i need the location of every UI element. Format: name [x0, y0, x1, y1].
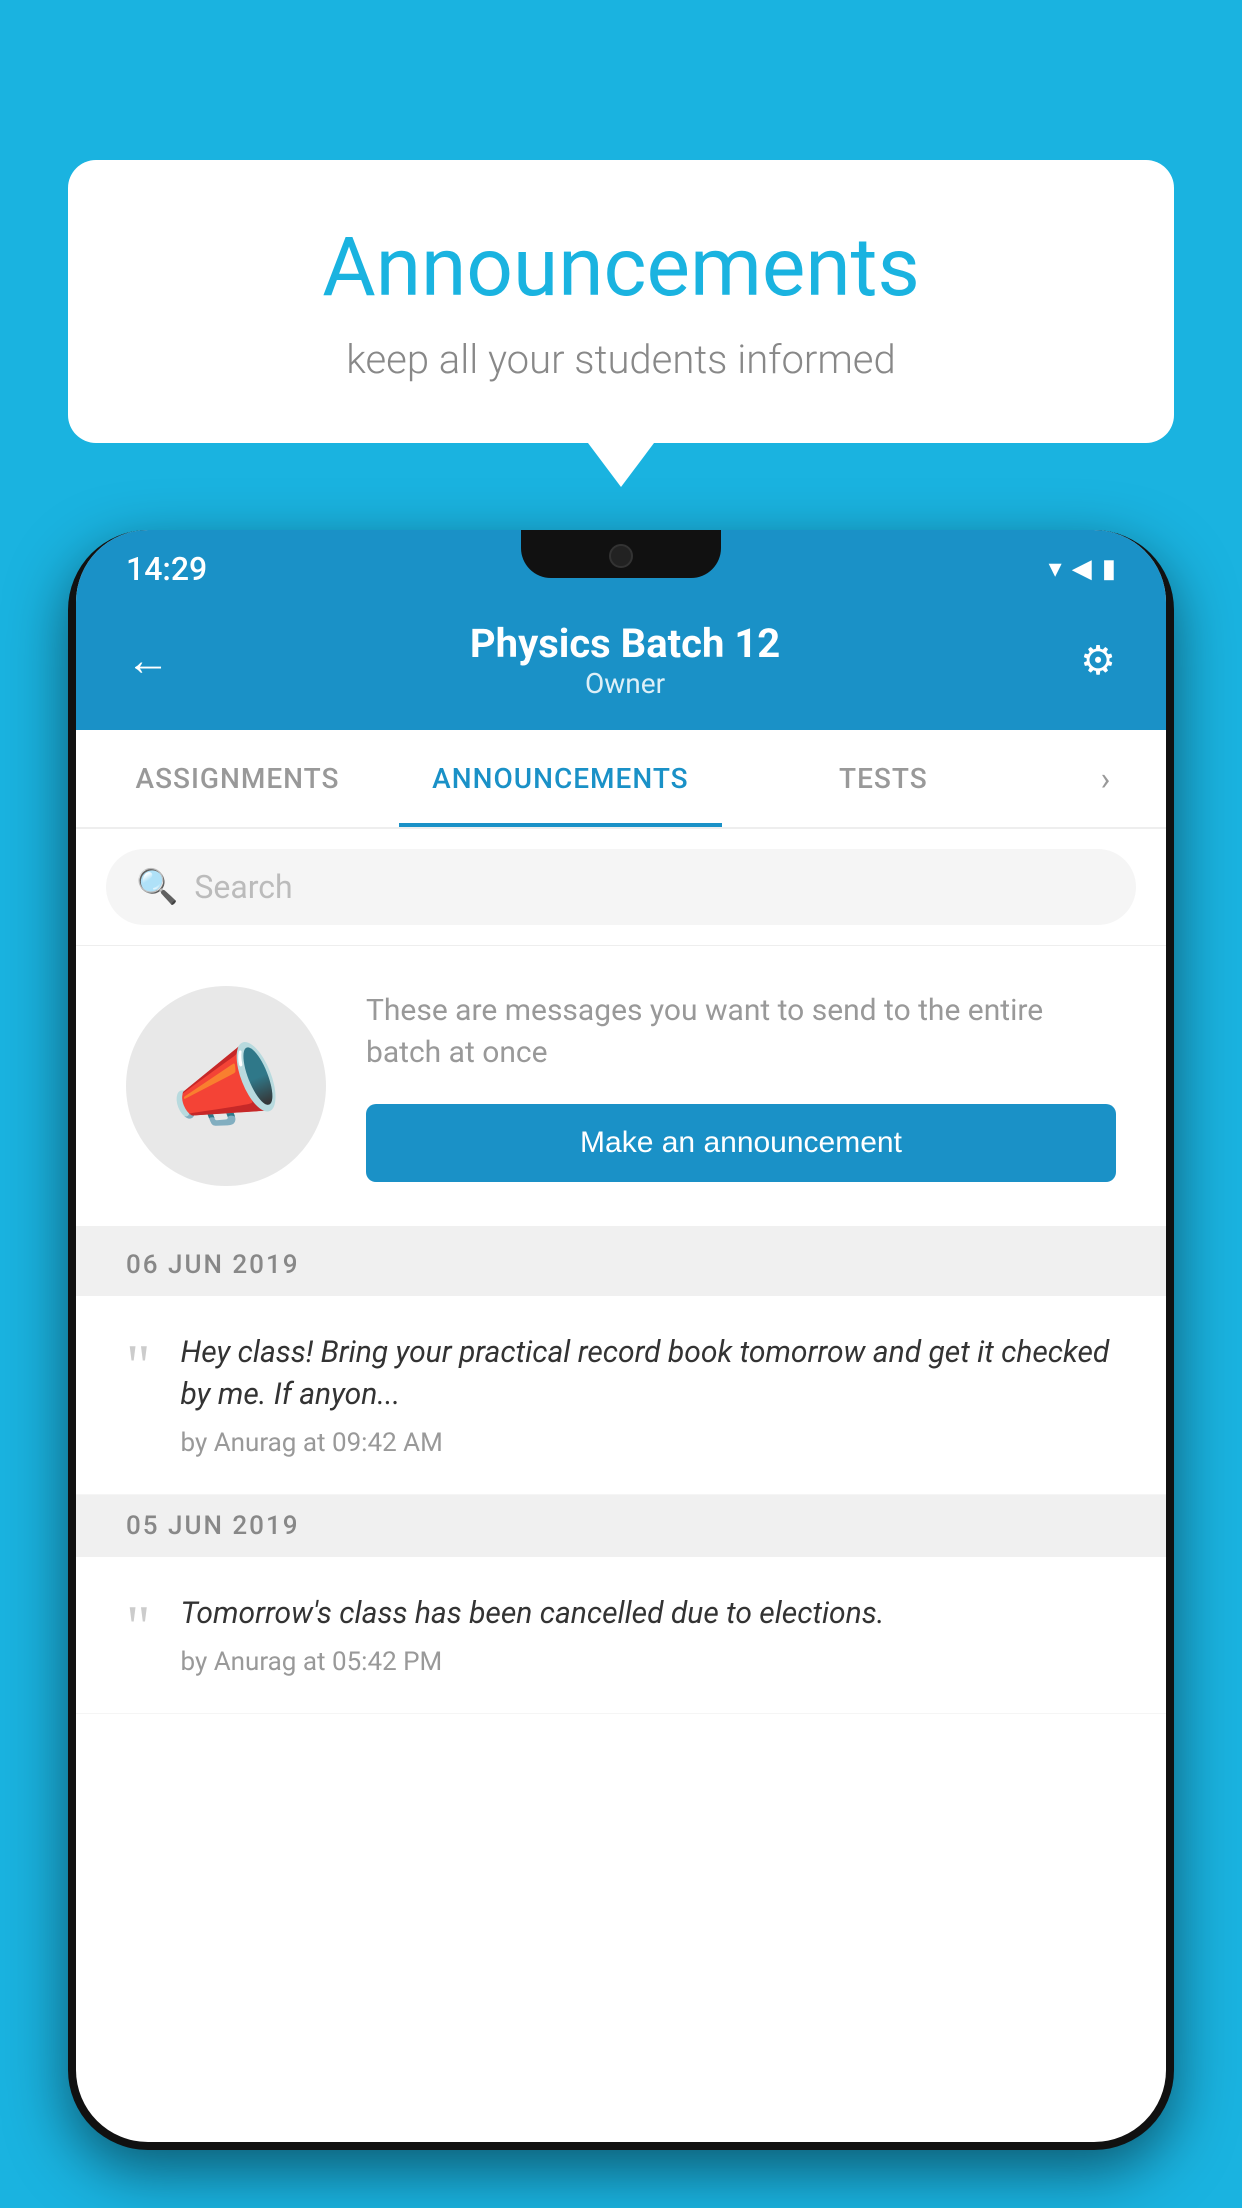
announcement-meta-1: by Anurag at 09:42 AM	[181, 1428, 1117, 1458]
header-subtitle: Owner	[470, 667, 780, 700]
signal-icon: ◀	[1072, 554, 1092, 584]
announcement-meta-2: by Anurag at 05:42 PM	[181, 1647, 1117, 1677]
app-header: ← Physics Batch 12 Owner ⚙	[76, 600, 1166, 730]
make-announcement-button[interactable]: Make an announcement	[366, 1104, 1116, 1182]
search-placeholder: Search	[194, 868, 292, 906]
search-input-wrapper[interactable]: 🔍 Search	[106, 849, 1136, 925]
prompt-right: These are messages you want to send to t…	[366, 990, 1116, 1182]
announcement-item-2[interactable]: " Tomorrow's class has been cancelled du…	[76, 1557, 1166, 1714]
phone-screen: 14:29 ▾ ◀ ▮ ← Physics Batch 12 Owner ⚙	[76, 530, 1166, 2142]
announcement-body-1: Hey class! Bring your practical record b…	[181, 1332, 1117, 1458]
announcement-body-2: Tomorrow's class has been cancelled due …	[181, 1593, 1117, 1677]
tab-announcements[interactable]: ANNOUNCEMENTS	[399, 730, 722, 827]
date-divider-2: 05 JUN 2019	[76, 1495, 1166, 1557]
screen-inner: 14:29 ▾ ◀ ▮ ← Physics Batch 12 Owner ⚙	[76, 530, 1166, 2142]
bubble-title: Announcements	[148, 220, 1094, 316]
speech-bubble: Announcements keep all your students inf…	[68, 160, 1174, 443]
quote-icon-2: "	[126, 1597, 151, 1657]
tab-tests[interactable]: TESTS	[722, 730, 1045, 827]
search-icon: 🔍	[136, 867, 178, 907]
wifi-icon: ▾	[1049, 554, 1062, 584]
announcement-prompt: 📣 These are messages you want to send to…	[76, 946, 1166, 1234]
megaphone-circle: 📣	[126, 986, 326, 1186]
settings-button[interactable]: ⚙	[1080, 637, 1116, 684]
battery-icon: ▮	[1102, 554, 1116, 584]
search-bar: 🔍 Search	[76, 829, 1166, 946]
header-title: Physics Batch 12	[470, 620, 780, 667]
announcement-text-1: Hey class! Bring your practical record b…	[181, 1332, 1117, 1416]
announcement-text-2: Tomorrow's class has been cancelled due …	[181, 1593, 1117, 1635]
date-divider-1: 06 JUN 2019	[76, 1234, 1166, 1296]
tab-more[interactable]: ›	[1045, 730, 1166, 827]
status-icons: ▾ ◀ ▮	[1049, 554, 1116, 584]
tab-assignments[interactable]: ASSIGNMENTS	[76, 730, 399, 827]
header-center: Physics Batch 12 Owner	[470, 620, 780, 700]
quote-icon-1: "	[126, 1336, 151, 1396]
tabs-bar: ASSIGNMENTS ANNOUNCEMENTS TESTS ›	[76, 730, 1166, 829]
announcement-item-1[interactable]: " Hey class! Bring your practical record…	[76, 1296, 1166, 1495]
bubble-subtitle: keep all your students informed	[148, 336, 1094, 383]
phone-camera	[609, 544, 633, 568]
back-button[interactable]: ←	[126, 634, 170, 686]
status-time: 14:29	[126, 550, 207, 588]
prompt-text: These are messages you want to send to t…	[366, 990, 1116, 1074]
speech-bubble-container: Announcements keep all your students inf…	[68, 160, 1174, 443]
phone-container: 14:29 ▾ ◀ ▮ ← Physics Batch 12 Owner ⚙	[68, 530, 1174, 2208]
phone-frame: 14:29 ▾ ◀ ▮ ← Physics Batch 12 Owner ⚙	[68, 530, 1174, 2150]
megaphone-icon: 📣	[170, 1034, 282, 1139]
phone-notch	[521, 530, 721, 578]
